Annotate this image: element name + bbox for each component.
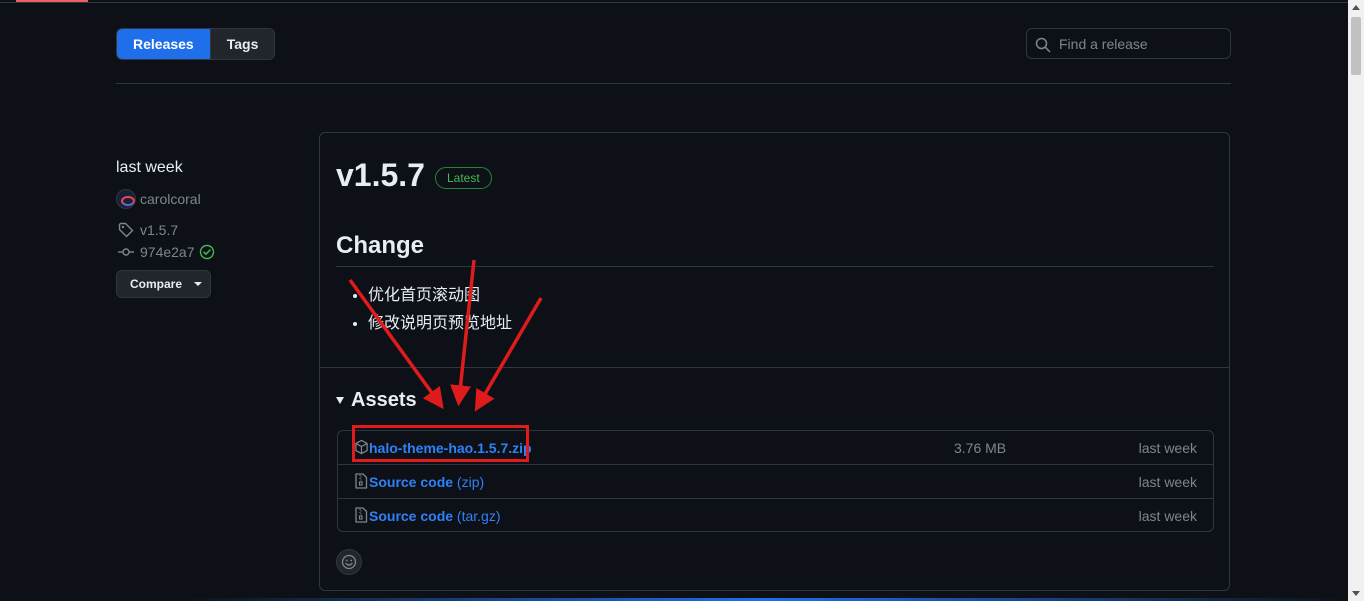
chevron-down-icon [194,282,203,286]
source-code-targz-link[interactable]: Source code (tar.gz) [369,508,501,524]
source-code-zip-link[interactable]: Source code (zip) [369,474,484,490]
scroll-down-icon[interactable] [1352,591,1360,596]
tag-icon [118,222,134,238]
triangle-down-icon [336,397,344,404]
top-border [0,2,1348,3]
assets-heading: Assets [351,389,417,411]
release-notes: 优化首页滚动图 修改说明页预览地址 [336,282,512,338]
asset-size: 3.76 MB [954,439,1007,456]
release-date: last week [116,159,183,176]
tag-row: v1.5.7 [116,220,178,240]
search-input[interactable] [1059,29,1224,58]
release-search [1026,28,1231,59]
asset-row: Source code (tar.gz) last week [338,498,1213,532]
add-reaction-button[interactable] [336,549,362,575]
list-item: 优化首页滚动图 [368,282,512,310]
package-icon [355,439,368,455]
asset-time: last week [1138,473,1197,490]
search-icon [1035,37,1051,53]
file-zip-icon [355,507,368,523]
assets-list: halo-theme-hao.1.5.7.zip 3.76 MB last we… [337,430,1214,532]
compare-button[interactable]: Compare [116,270,211,298]
notes-heading: Change [336,232,425,259]
asset-row: Source code (zip) last week [338,464,1213,498]
compare-label: Compare [130,277,183,291]
release-title[interactable]: v1.5.7 [336,157,425,194]
tab-tags[interactable]: Tags [209,29,275,59]
commit-row: 974e2a7 [116,242,215,262]
vertical-scrollbar[interactable] [1348,0,1364,601]
asset-download-link[interactable]: halo-theme-hao.1.5.7.zip [369,440,532,456]
tab-releases[interactable]: Releases [117,29,210,59]
asset-row: halo-theme-hao.1.5.7.zip 3.76 MB last we… [338,431,1213,464]
release-tag-toggle: Releases Tags [116,28,276,60]
avatar[interactable] [116,189,136,209]
latest-badge: Latest [435,167,492,189]
commit-icon [118,248,134,256]
author-row: carolcoral [116,189,201,209]
smiley-icon [341,554,357,570]
asset-time: last week [1138,439,1197,456]
assets-toggle[interactable]: Assets [336,389,417,412]
author-link[interactable]: carolcoral [140,191,201,207]
file-zip-icon [355,473,368,489]
asset-time: last week [1138,507,1197,524]
list-item: 修改说明页预览地址 [368,310,512,338]
section-divider [320,367,1229,368]
commit-link[interactable]: 974e2a7 [140,244,195,260]
tag-link[interactable]: v1.5.7 [140,222,178,238]
header-divider [116,83,1231,84]
scroll-up-icon[interactable] [1352,5,1360,10]
heading-underline [336,266,1214,267]
scroll-thumb[interactable] [1351,17,1361,75]
check-circle-icon[interactable] [199,244,215,260]
